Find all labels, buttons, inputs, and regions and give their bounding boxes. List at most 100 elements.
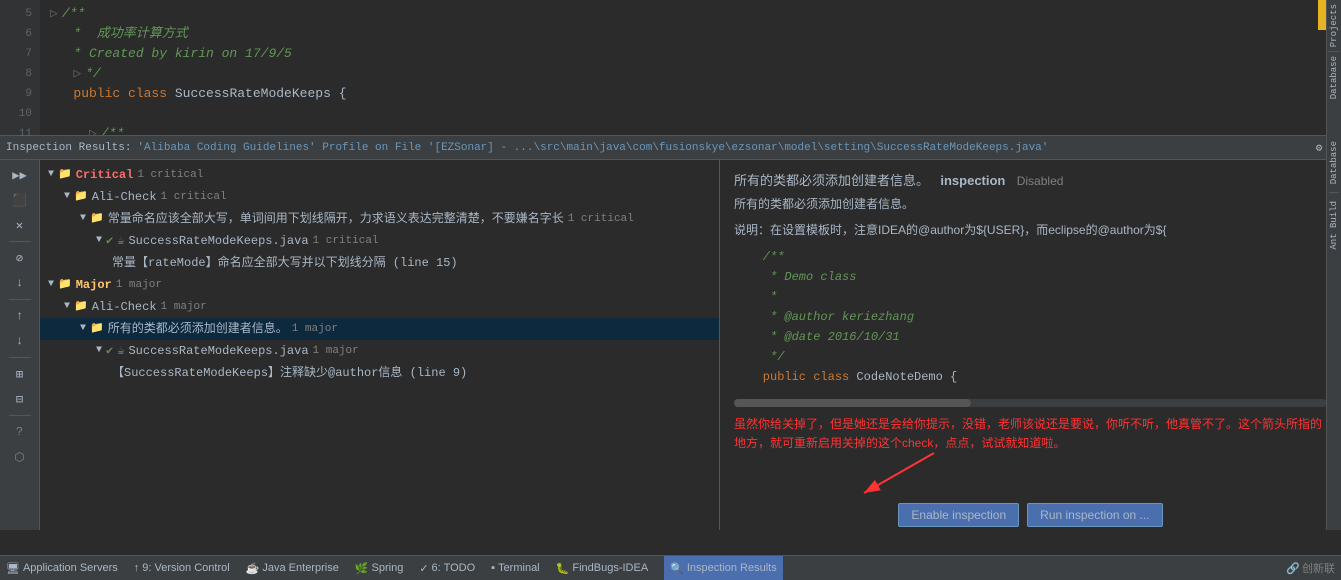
tree-item-ratemode[interactable]: 常量【rateMode】命名应全部大写并以下划线分隔 (line 15) xyxy=(40,252,719,274)
status-item-label: Spring xyxy=(372,562,404,574)
status-item-app-servers[interactable]: 🖥 Application Servers xyxy=(6,562,118,575)
code-line: ▷/** xyxy=(50,124,1341,135)
folder-icon: 📁 xyxy=(74,188,88,206)
sidebar-tab-database[interactable]: Database xyxy=(1329,52,1339,103)
sidebar-tab-ant-build[interactable]: Ant Build xyxy=(1328,195,1340,256)
inspection-main: ▶▶ ⬛ ✕ ⊘ ↓ ↑ ↓ ⊞ ⊟ ? ⬡ ▼ 📁 Critical 1 cr… xyxy=(0,160,1341,530)
status-item-terminal[interactable]: ▪ Terminal xyxy=(491,562,539,574)
terminal-icon: ▪ xyxy=(491,562,495,574)
expand-arrow: ▼ xyxy=(96,232,102,250)
status-item-spring[interactable]: 🌿 Spring xyxy=(355,562,404,575)
detail-scrollbar[interactable] xyxy=(734,399,1327,407)
folder-icon: 📁 xyxy=(90,320,104,338)
count-badge: 1 major xyxy=(161,298,207,316)
status-item-label: 9: Version Control xyxy=(142,562,229,574)
java-icon: ☕ xyxy=(117,232,124,250)
inspection-keyword: inspection xyxy=(940,173,1005,188)
scrollbar-thumb xyxy=(734,399,971,407)
status-item-findbugs[interactable]: 🐛 FindBugs-IDEA xyxy=(556,562,649,575)
tree-item-label: 【SuccessRateModeKeeps】注释缺少@author信息 (lin… xyxy=(112,364,467,382)
enable-inspection-button[interactable]: Enable inspection xyxy=(898,503,1019,527)
expand-button[interactable]: ⊞ xyxy=(9,363,31,385)
extra-button[interactable]: ⬡ xyxy=(9,446,31,468)
tree-item-label: SuccessRateModeKeeps.java xyxy=(128,342,308,360)
run-inspection-button[interactable]: Run inspection on ... xyxy=(1027,503,1162,527)
tree-item-label: Ali-Check xyxy=(92,298,157,316)
expand-arrow: ▼ xyxy=(64,188,70,206)
todo-icon: ✓ xyxy=(419,562,428,575)
status-item-todo[interactable]: ✓ 6: TODO xyxy=(419,562,475,575)
version-control-icon: ↑ xyxy=(134,562,140,574)
stop-button[interactable]: ⬛ xyxy=(9,189,31,211)
sidebar-tab-projects[interactable]: Projects xyxy=(1329,0,1339,51)
prev-button[interactable]: ↑ xyxy=(9,305,31,327)
tree-item-label: Ali-Check xyxy=(92,188,157,206)
tree-item-alicheck-major[interactable]: ▼ 📁 Ali-Check 1 major xyxy=(40,296,719,318)
code-line: * Created by kirin on 17/9/5 xyxy=(50,44,1341,64)
folder-icon: 📁 xyxy=(74,298,88,316)
export-button[interactable]: ↓ xyxy=(9,272,31,294)
tree-item-alicheck-critical[interactable]: ▼ 📁 Ali-Check 1 critical xyxy=(40,186,719,208)
status-item-inspection-results[interactable]: 🔍 Inspection Results xyxy=(664,556,783,580)
check-icon: ✔ xyxy=(106,232,113,250)
toolbar-divider xyxy=(9,299,31,300)
severity-label: Critical xyxy=(76,166,134,184)
detail-panel: 所有的类都必须添加创建者信息。 inspection Disabled 所有的类… xyxy=(720,160,1341,530)
right-sidebar: Projects Database xyxy=(1326,0,1341,135)
count-badge: 1 critical xyxy=(161,188,227,206)
detail-title: 所有的类都必须添加创建者信息。 xyxy=(734,173,929,188)
status-item-java-enterprise[interactable]: ☕ Java Enterprise xyxy=(246,562,339,575)
tree-item-creator-info[interactable]: ▼ 📁 所有的类都必须添加创建者信息。 1 major xyxy=(40,318,719,340)
inspection-bar: Inspection Results: 'Alibaba Coding Guid… xyxy=(0,135,1341,160)
annotation-container: 虽然你给关掉了，但是她还是会给你提示，没错，老师该说还是要说，你听不听，他真管不… xyxy=(734,415,1327,453)
detail-explanation: 说明：在设置模板时，注意IDEA的@author为${USER}，而eclips… xyxy=(734,221,1327,239)
folder-icon: 📁 xyxy=(58,276,72,294)
tree-item-label: 常量【rateMode】命名应全部大写并以下划线分隔 (line 15) xyxy=(112,254,458,272)
status-item-label: Terminal xyxy=(498,562,540,574)
watermark: 🔗 创新联 xyxy=(1286,560,1335,576)
java-icon: ☕ xyxy=(117,342,124,360)
sidebar-tab-database[interactable]: Database xyxy=(1328,135,1340,190)
status-item-version-control[interactable]: ↑ 9: Version Control xyxy=(134,562,230,574)
expand-arrow: ▼ xyxy=(96,342,102,360)
status-item-label: Java Enterprise xyxy=(262,562,338,574)
status-bar: 🖥 Application Servers ↑ 9: Version Contr… xyxy=(0,555,1341,580)
tree-item-critical[interactable]: ▼ 📁 Critical 1 critical xyxy=(40,164,719,186)
expand-arrow: ▼ xyxy=(80,320,86,338)
tree-item-file-critical[interactable]: ▼ ✔ ☕ SuccessRateModeKeeps.java 1 critic… xyxy=(40,230,719,252)
inspection-bar-profile: 'Alibaba Coding Guidelines' Profile on F… xyxy=(137,142,1309,154)
tree-item-label: SuccessRateModeKeeps.java xyxy=(128,232,308,250)
tree-item-naming-rule[interactable]: ▼ 📁 常量命名应该全部大写，单词间用下划线隔开，力求语义表达完整清楚，不要嫌名… xyxy=(40,208,719,230)
red-arrow-svg xyxy=(854,443,974,503)
code-editor: 5 6 7 8 9 10 11 ▷/** * 成功率计算方式 * Created… xyxy=(0,0,1341,135)
status-item-label: Application Servers xyxy=(23,562,118,574)
filter-button[interactable]: ⊘ xyxy=(9,247,31,269)
app-servers-icon: 🖥 xyxy=(6,562,20,575)
code-content: ▷/** * 成功率计算方式 * Created by kirin on 17/… xyxy=(40,0,1341,135)
tree-item-major[interactable]: ▼ 📁 Major 1 major xyxy=(40,274,719,296)
next-button[interactable]: ↓ xyxy=(9,330,31,352)
tree-item-label: 常量命名应该全部大写，单词间用下划线隔开，力求语义表达完整清楚，不要嫌名字长 xyxy=(108,210,564,228)
tree-panel[interactable]: ▼ 📁 Critical 1 critical ▼ 📁 Ali-Check 1 … xyxy=(40,160,720,530)
check-icon: ✔ xyxy=(106,342,113,360)
spring-icon: 🌿 xyxy=(355,562,369,575)
findbugs-icon: 🐛 xyxy=(556,562,570,575)
code-line-7: public class CodeNoteDemo { xyxy=(734,367,1327,387)
code-line xyxy=(50,104,1341,124)
expand-arrow: ▼ xyxy=(64,298,70,316)
rerun-button[interactable]: ▶▶ xyxy=(9,164,31,186)
code-line-4: * @author keriezhang xyxy=(734,307,1327,327)
help-button[interactable]: ? xyxy=(9,421,31,443)
folder-icon: 📁 xyxy=(90,210,104,228)
inspection-results-icon: 🔍 xyxy=(670,562,684,575)
tree-item-author-missing[interactable]: 【SuccessRateModeKeeps】注释缺少@author信息 (lin… xyxy=(40,362,719,384)
status-item-label: 6: TODO xyxy=(432,562,476,574)
toolbar-divider xyxy=(9,415,31,416)
count-badge: 1 major xyxy=(313,342,359,360)
tree-item-file-major[interactable]: ▼ ✔ ☕ SuccessRateModeKeeps.java 1 major xyxy=(40,340,719,362)
settings-icon[interactable]: ⚙ xyxy=(1316,141,1323,155)
close-button[interactable]: ✕ xyxy=(9,214,31,236)
expand-arrow: ▼ xyxy=(48,166,54,184)
collapse-button[interactable]: ⊟ xyxy=(9,388,31,410)
code-line: ▷*/ xyxy=(50,64,1341,84)
